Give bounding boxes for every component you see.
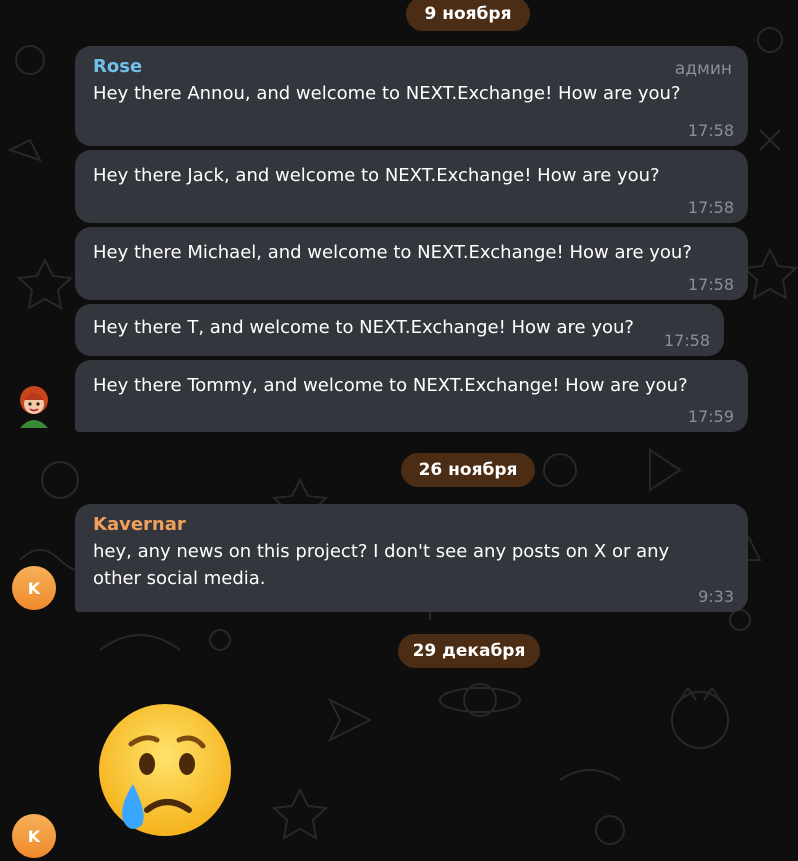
date-separator: 26 ноября bbox=[401, 453, 535, 487]
message-time: 17:58 bbox=[687, 121, 734, 140]
sender-name[interactable]: Kavernar bbox=[93, 512, 730, 538]
message-bubble[interactable]: Hey there Tommy, and welcome to NEXT.Exc… bbox=[75, 360, 748, 432]
crying-face-emoji[interactable] bbox=[95, 700, 235, 840]
message-text: Hey there Tommy, and welcome to NEXT.Exc… bbox=[93, 375, 688, 396]
message-time: 17:58 bbox=[687, 198, 734, 217]
message-bubble[interactable]: Hey there Jack, and welcome to NEXT.Exch… bbox=[75, 150, 748, 223]
message-text: hey, any news on this project? I don't s… bbox=[93, 541, 670, 589]
message-text: Hey there T, and welcome to NEXT.Exchang… bbox=[93, 317, 634, 338]
message-bubble[interactable]: Hey there T, and welcome to NEXT.Exchang… bbox=[75, 304, 724, 356]
message-time: 17:59 bbox=[687, 407, 734, 426]
rose-avatar[interactable] bbox=[12, 384, 56, 428]
date-separator: 29 декабря bbox=[398, 634, 540, 668]
message-bubble[interactable]: Hey there Michael, and welcome to NEXT.E… bbox=[75, 227, 748, 300]
message-text: Hey there Jack, and welcome to NEXT.Exch… bbox=[93, 165, 660, 186]
message-time: 17:58 bbox=[687, 275, 734, 294]
message-bubble[interactable]: Rose админ Hey there Annou, and welcome … bbox=[75, 46, 748, 146]
message-time: 17:58 bbox=[663, 331, 710, 350]
sender-name[interactable]: Rose bbox=[93, 54, 730, 80]
message-bubble[interactable]: Kavernar hey, any news on this project? … bbox=[75, 504, 748, 612]
date-separator: 9 ноября bbox=[406, 0, 530, 31]
message-time: 9:33 bbox=[698, 587, 734, 606]
admin-badge: админ bbox=[674, 59, 732, 79]
rose-avatar-icon bbox=[20, 386, 48, 428]
message-text: Hey there Annou, and welcome to NEXT.Exc… bbox=[93, 83, 681, 104]
message-text: Hey there Michael, and welcome to NEXT.E… bbox=[93, 242, 692, 263]
kavernar-avatar[interactable]: K bbox=[12, 814, 56, 858]
crying-face-icon bbox=[99, 704, 231, 836]
kavernar-avatar[interactable]: K bbox=[12, 566, 56, 610]
